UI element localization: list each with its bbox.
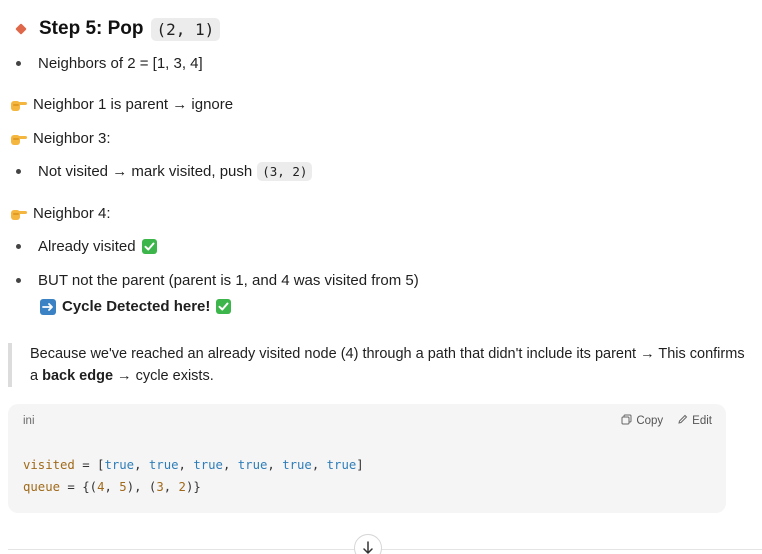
neighbor3-inline-code: (3, 2) xyxy=(257,162,313,181)
neighbor4-label: Neighbor 4: xyxy=(33,205,111,222)
check-mark-icon xyxy=(141,239,157,254)
bullet-dot xyxy=(16,61,21,66)
list-item-neighbor3: Not visited → mark visited, push (3, 2) xyxy=(14,162,313,181)
step-title: Step 5: Pop xyxy=(39,18,144,39)
scroll-down-button[interactable] xyxy=(354,534,382,554)
scroll-down-arrow-icon xyxy=(363,541,373,554)
bullet-dot xyxy=(16,169,21,174)
divider xyxy=(8,549,762,550)
neighbors-text: Neighbors of 2 = [1, 3, 4] xyxy=(38,55,203,72)
list-item-neighbors: Neighbors of 2 = [1, 3, 4] xyxy=(14,55,203,72)
edit-button[interactable]: Edit xyxy=(677,414,712,428)
code-content: visited = [true, true, true, true, true,… xyxy=(23,454,364,498)
code-actions: Copy Edit xyxy=(621,414,712,428)
blockquote: Because we've reached an already visited… xyxy=(8,343,750,387)
neighbor1-text: Neighbor 1 is parent → ignore xyxy=(33,96,234,113)
copy-button[interactable]: Copy xyxy=(621,414,663,428)
code-line-queue: queue = {(4, 5), (3, 2)} xyxy=(23,480,201,494)
quote-bold: back edge xyxy=(42,368,114,384)
neighbor3-label: Neighbor 3: xyxy=(33,130,111,147)
edit-label: Edit xyxy=(692,415,712,427)
step-heading: Step 5: Pop (2, 1) xyxy=(14,15,221,43)
code-language-label: ini xyxy=(23,415,35,427)
check-mark-icon xyxy=(216,299,232,314)
already-visited-text: Already visited xyxy=(38,238,136,255)
pointing-hand-icon xyxy=(10,207,28,221)
neighbor3-line: Neighbor 3: xyxy=(10,130,111,147)
cycle-detected-line: Cycle Detected here! xyxy=(40,298,232,315)
cycle-detected-text: Cycle Detected here! xyxy=(62,298,211,315)
list-item-already-visited: Already visited xyxy=(14,238,157,255)
copy-label: Copy xyxy=(636,415,664,427)
list-item-not-parent: BUT not the parent (parent is 1, and 4 w… xyxy=(14,272,419,289)
code-line-visited: visited = [true, true, true, true, true,… xyxy=(23,458,364,472)
chat-message: Step 5: Pop (2, 1) Neighbors of 2 = [1, … xyxy=(0,0,762,554)
diamond-bullet-icon xyxy=(15,23,27,35)
code-block: ini Copy Edit visited = [true, true, tru… xyxy=(8,404,726,513)
step-inline-code: (2, 1) xyxy=(150,17,221,41)
edit-icon xyxy=(677,414,688,428)
pointing-hand-icon xyxy=(10,132,28,146)
pointing-hand-icon xyxy=(10,98,28,112)
not-parent-text: BUT not the parent (parent is 1, and 4 w… xyxy=(38,272,419,289)
quote-text-2: → cycle exists. xyxy=(113,368,214,384)
right-arrow-icon xyxy=(40,298,56,315)
neighbor4-line: Neighbor 4: xyxy=(10,205,111,222)
bullet-dot xyxy=(16,244,21,249)
neighbor1-line: Neighbor 1 is parent → ignore xyxy=(10,96,233,113)
neighbor3-item-text: Not visited → mark visited, push xyxy=(38,163,253,180)
bullet-dot xyxy=(16,278,21,283)
copy-icon xyxy=(621,414,632,428)
